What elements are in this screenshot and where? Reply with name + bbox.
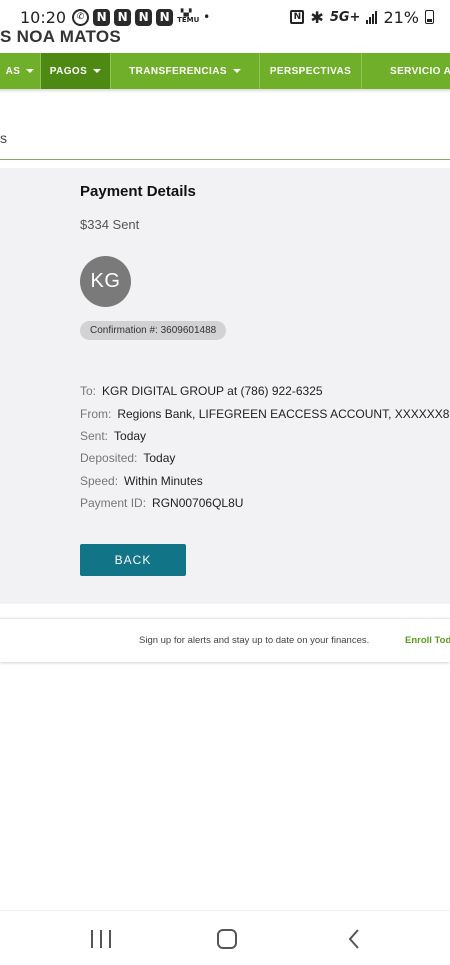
network-type: 5G+ xyxy=(329,9,361,25)
payment-details-panel: Payment Details $334 Sent KG Confirmatio… xyxy=(0,168,450,604)
system-nav-bar xyxy=(0,910,450,965)
nav-item-perspectivas[interactable]: PERSPECTIVAS xyxy=(260,53,362,89)
detail-label: Payment ID: xyxy=(80,496,147,511)
detail-value: Today xyxy=(114,428,147,443)
detail-value: RGN00706QL8U xyxy=(152,496,244,511)
recents-icon[interactable] xyxy=(91,930,111,948)
alerts-text: Sign up for alerts and stay up to date o… xyxy=(139,635,370,646)
detail-row-to: To: KGR DIGITAL GROUP at (786) 922-6325 xyxy=(80,380,450,402)
n-app-icon: N xyxy=(114,8,132,26)
detail-label: To: xyxy=(80,384,97,399)
detail-value: KGR DIGITAL GROUP at (786) 922-6325 xyxy=(102,384,323,399)
detail-value: Today xyxy=(143,451,176,466)
detail-row-speed: Speed: Within Minutes xyxy=(80,470,450,492)
more-notifications-dot-icon: • xyxy=(203,10,211,24)
confirmation-badge: Confirmation #: 3609601488 xyxy=(80,321,227,340)
nav-item-servicio[interactable]: SERVICIO AL xyxy=(362,53,450,89)
nav-item-label: AS xyxy=(5,65,21,77)
avatar: KG xyxy=(80,256,131,307)
nfc-icon: N xyxy=(290,10,305,24)
detail-row-payment-id: Payment ID: RGN00706QL8U xyxy=(80,492,450,514)
detail-row-deposited: Deposited: Today xyxy=(80,447,450,469)
detail-label: Deposited: xyxy=(80,451,138,466)
enroll-link[interactable]: Enroll Toda xyxy=(405,635,450,646)
payment-detail-list: To: KGR DIGITAL GROUP at (786) 922-6325 … xyxy=(80,380,450,514)
nav-item-label: SERVICIO AL xyxy=(390,65,450,77)
alerts-banner: Sign up for alerts and stay up to date o… xyxy=(0,618,450,662)
temu-label: TEMU xyxy=(177,16,200,24)
back-button[interactable]: BACK xyxy=(80,544,186,576)
main-nav: AS PAGOS TRANSFERENCIAS PERSPECTIVAS SER… xyxy=(0,53,450,89)
payment-details-title: Payment Details xyxy=(80,183,196,200)
status-right: N ✱ 5G+ 21% xyxy=(290,8,434,27)
divider xyxy=(0,159,450,160)
battery-icon xyxy=(425,10,434,24)
nav-item-transferencias[interactable]: TRANSFERENCIAS xyxy=(111,53,260,89)
nav-item-label: TRANSFERENCIAS xyxy=(129,65,227,77)
status-left: 10:20 ✆ N N N N ▚▞ TEMU • xyxy=(20,8,210,27)
n-app-icon: N xyxy=(93,8,111,26)
nav-item-label: PAGOS xyxy=(49,65,88,77)
nav-shadow xyxy=(0,89,450,93)
detail-label: Sent: xyxy=(80,428,109,443)
caret-down-icon xyxy=(26,69,35,73)
detail-label: From: xyxy=(80,406,112,421)
amount-sent: $334 Sent xyxy=(80,217,140,232)
signal-icon xyxy=(366,10,378,24)
detail-row-sent: Sent: Today xyxy=(80,425,450,447)
detail-value: Regions Bank, LIFEGREEN EACCESS ACCOUNT,… xyxy=(117,406,450,421)
n-app-icon: N xyxy=(135,8,153,26)
bluetooth-icon: ✱ xyxy=(310,7,324,27)
account-holder-name: S NOA MATOS xyxy=(0,27,122,46)
home-icon[interactable] xyxy=(217,929,237,949)
page-title: s xyxy=(0,130,7,146)
detail-label: Speed: xyxy=(80,473,119,488)
nav-item-label: PERSPECTIVAS xyxy=(269,65,352,77)
detail-value: Within Minutes xyxy=(124,473,203,488)
nav-item-cuentas[interactable]: AS xyxy=(0,53,41,89)
caret-down-icon xyxy=(93,69,102,73)
whatsapp-icon: ✆ xyxy=(72,8,90,26)
status-time: 10:20 xyxy=(20,7,67,27)
n-app-icon: N xyxy=(156,8,174,26)
nav-item-pagos[interactable]: PAGOS xyxy=(41,53,111,89)
battery-percent: 21% xyxy=(383,7,419,27)
temu-icon: ▚▞ TEMU xyxy=(177,9,200,24)
detail-row-from: From: Regions Bank, LIFEGREEN EACCESS AC… xyxy=(80,402,450,424)
caret-down-icon xyxy=(232,69,241,73)
back-arrow-icon[interactable] xyxy=(345,928,365,950)
